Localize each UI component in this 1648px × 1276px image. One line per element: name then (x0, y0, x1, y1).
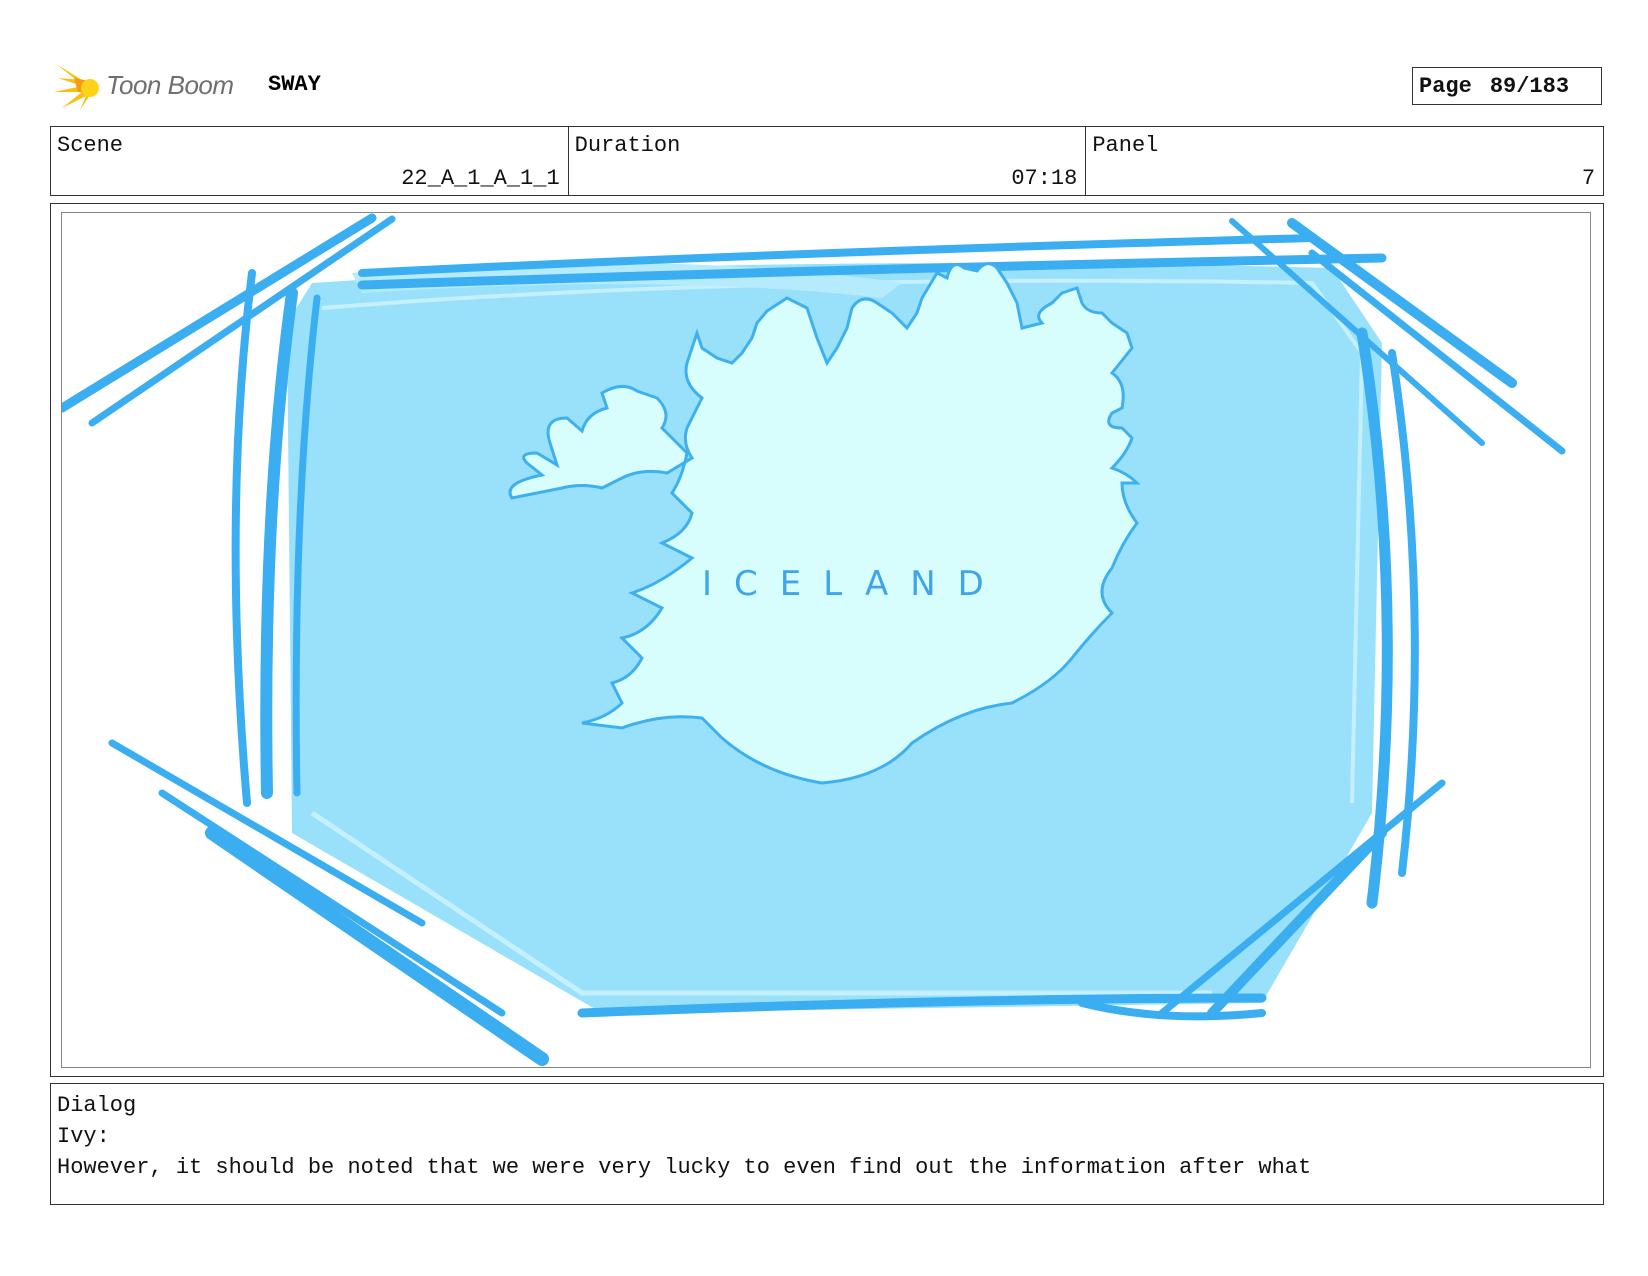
panel-label: Panel (1092, 133, 1159, 158)
dialog-speaker: Ivy: (57, 1124, 110, 1149)
dialog-text: However, it should be noted that we were… (57, 1155, 1312, 1180)
scene-label: Scene (57, 133, 124, 158)
toon-boom-star-icon (54, 64, 99, 110)
page-label: Page (1419, 73, 1472, 99)
dialog-box: Dialog Ivy: However, it should be noted … (50, 1083, 1604, 1205)
iceland-sketch: ICELAND (62, 213, 1566, 1066)
panel-cell: Panel 7 (1086, 127, 1603, 195)
page-indicator: Page 89/183 (1412, 67, 1602, 105)
scene-value: 22_A_1_A_1_1 (401, 166, 560, 191)
duration-cell: Duration 07:18 (569, 127, 1087, 195)
duration-value: 07:18 (1011, 166, 1078, 191)
logo-text: Toon Boom (106, 69, 234, 100)
page-number: 89/183 (1489, 73, 1570, 99)
toon-boom-logo: Toon Boom (52, 58, 234, 112)
project-title: SWAY (268, 72, 321, 97)
storyboard-panel-frame: ICELAND (50, 203, 1604, 1077)
dialog-label: Dialog (57, 1093, 137, 1118)
storyboard-panel-image: ICELAND (61, 212, 1591, 1068)
scene-info-row: Scene 22_A_1_A_1_1 Duration 07:18 Panel … (50, 126, 1604, 196)
duration-label: Duration (574, 133, 681, 158)
panel-value: 7 (1581, 166, 1596, 191)
iceland-map-label: ICELAND (702, 564, 1006, 604)
scene-cell: Scene 22_A_1_A_1_1 (51, 127, 569, 195)
